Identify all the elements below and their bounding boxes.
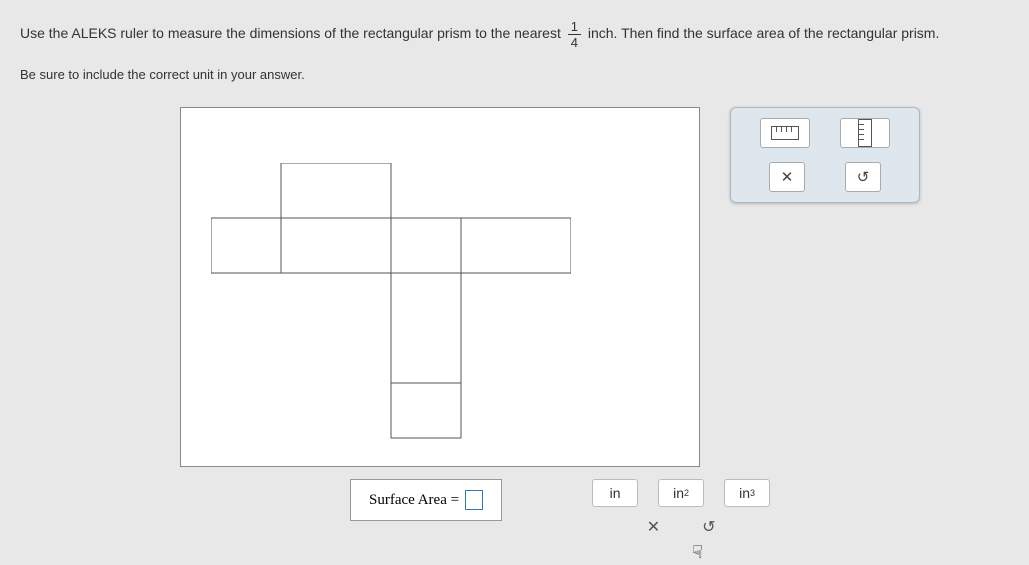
horizontal-ruler-button[interactable]	[760, 118, 810, 148]
unit-in3-sup: 3	[750, 488, 755, 498]
unit-row: in in2 in3	[592, 479, 770, 507]
instruction-part1: Use the ALEKS ruler to measure the dimen…	[20, 25, 561, 41]
unit-in2-base: in	[673, 485, 684, 501]
answer-row: Surface Area = in in2 in3 ✕ ↺	[350, 479, 1009, 537]
unit-clear-button[interactable]: ✕	[641, 517, 666, 537]
prism-canvas[interactable]	[180, 107, 700, 467]
horizontal-ruler-icon	[771, 126, 799, 140]
fraction-one-quarter: 1 4	[568, 20, 581, 49]
unit-reset-button[interactable]: ↺	[696, 517, 721, 537]
surface-area-box: Surface Area =	[350, 479, 502, 521]
ruler-row	[741, 118, 909, 148]
surface-area-input[interactable]	[465, 490, 483, 510]
cursor-hand-icon: ☟	[692, 542, 703, 563]
vertical-ruler-icon	[858, 119, 872, 147]
ruler-tool-panel: ✕ ↺	[730, 107, 920, 203]
main-row: ✕ ↺	[20, 107, 1009, 467]
surface-area-label: Surface Area =	[369, 492, 459, 509]
unit-in3-base: in	[739, 485, 750, 501]
clear-button[interactable]: ✕	[769, 162, 805, 192]
close-icon: ✕	[781, 168, 794, 186]
unit-in2-button[interactable]: in2	[658, 479, 704, 507]
unit-note: Be sure to include the correct unit in y…	[20, 67, 1009, 82]
reset-button[interactable]: ↺	[845, 162, 881, 192]
vertical-ruler-button[interactable]	[840, 118, 890, 148]
prism-net	[211, 163, 571, 443]
unit-control-row: ✕ ↺	[592, 517, 770, 537]
tool-control-row: ✕ ↺	[741, 162, 909, 192]
instruction-part2: inch. Then find the surface area of the …	[588, 25, 940, 41]
unit-panel: in in2 in3 ✕ ↺	[592, 479, 770, 537]
unit-in2-sup: 2	[684, 488, 689, 498]
unit-in-label: in	[610, 485, 621, 501]
unit-in-button[interactable]: in	[592, 479, 638, 507]
instruction-text: Use the ALEKS ruler to measure the dimen…	[20, 20, 1009, 49]
fraction-denominator: 4	[571, 35, 578, 49]
reset-icon: ↺	[857, 168, 870, 186]
unit-in3-button[interactable]: in3	[724, 479, 770, 507]
fraction-numerator: 1	[568, 20, 581, 35]
